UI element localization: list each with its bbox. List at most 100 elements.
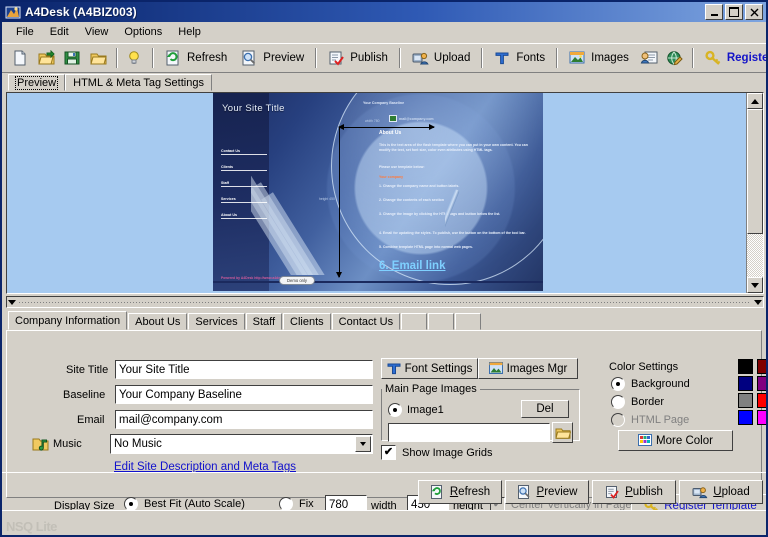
section-tab-empty-1[interactable] [401, 313, 428, 330]
image-path-input[interactable] [388, 423, 550, 442]
upload-label: Upload [433, 52, 471, 64]
background-radio[interactable] [611, 377, 625, 391]
images-button[interactable]: Images [562, 44, 636, 72]
preview-body-line-2: Please use template below: [379, 165, 425, 169]
section-tab-clients[interactable]: Clients [283, 313, 331, 330]
show-image-grids-checkbox[interactable]: ✔ [381, 445, 396, 460]
save-button[interactable] [60, 44, 86, 72]
menu-item-help[interactable]: Help [170, 24, 209, 40]
publish-bottom-button[interactable]: Publish [592, 480, 676, 504]
music-label: Music [53, 438, 82, 450]
border-radio[interactable] [611, 395, 625, 409]
tip-button[interactable] [122, 44, 148, 72]
refresh-button[interactable]: Refresh [158, 44, 234, 72]
envelope-icon [389, 115, 397, 122]
section-tab-about-us[interactable]: About Us [128, 313, 188, 330]
save-icon [64, 50, 82, 66]
folder-button[interactable] [86, 44, 112, 72]
swatch-blue[interactable] [738, 410, 753, 425]
preview-nav-about-us[interactable]: About Us [221, 213, 267, 219]
fonts-button[interactable]: Fonts [487, 44, 552, 72]
color-swatch-grid[interactable] [738, 359, 766, 425]
section-tab-company-information[interactable]: Company Information [8, 311, 128, 330]
section-tab-contact-us[interactable]: Contact Us [331, 313, 401, 330]
splitter-left-arrow[interactable] [8, 299, 16, 305]
preview-email-label: mail@company.com [399, 116, 434, 121]
open-button[interactable] [34, 44, 60, 72]
font-settings-button[interactable]: Font Settings [381, 358, 478, 379]
show-image-grids-row[interactable]: ✔ Show Image Grids [381, 445, 492, 460]
site-title-label: Site Title [66, 364, 109, 376]
site-title-input[interactable]: Your Site Title [115, 360, 373, 379]
register-button[interactable]: Registe [698, 44, 766, 72]
more-color-button[interactable]: More Color [618, 430, 733, 451]
del-button[interactable]: Del [521, 400, 569, 418]
music-select[interactable]: No Music [110, 434, 373, 454]
contact-card-icon [640, 50, 658, 66]
preview-nav-staff[interactable]: Staff [221, 181, 267, 187]
folder-open-icon [554, 426, 571, 440]
new-button[interactable] [8, 44, 34, 72]
section-tab-staff[interactable]: Staff [245, 313, 283, 330]
preview-icon [517, 485, 532, 499]
swatch-magenta[interactable] [757, 410, 766, 425]
refresh-bottom-button[interactable]: Refresh [418, 480, 502, 504]
bottom-button-bar: Refresh Preview Publish Upload [2, 472, 766, 511]
minimize-button[interactable] [705, 4, 723, 20]
pane-splitter[interactable] [6, 296, 764, 308]
scroll-track[interactable] [747, 109, 763, 277]
color-option-background[interactable]: Background [611, 377, 690, 391]
swatch-black[interactable] [738, 359, 753, 374]
image1-radio[interactable] [388, 403, 402, 417]
key-icon [705, 50, 723, 66]
globe-pencil-button[interactable] [662, 44, 688, 72]
section-tab-empty-2[interactable] [428, 313, 455, 330]
upload-button[interactable]: Upload [405, 44, 477, 72]
menu-item-file[interactable]: File [8, 24, 42, 40]
menu-item-view[interactable]: View [77, 24, 117, 40]
swatch-gray[interactable] [738, 393, 753, 408]
swatch-maroon[interactable] [757, 359, 766, 374]
swatch-purple[interactable] [757, 376, 766, 391]
preview-canvas[interactable]: Your Site Title Contact Us Clients Staff… [7, 93, 746, 293]
tab-html-meta[interactable]: HTML & Meta Tag Settings [65, 74, 212, 91]
preview-nav-clients[interactable]: Clients [221, 165, 267, 171]
refresh-icon [165, 50, 183, 66]
splitter-right-arrow[interactable] [754, 299, 762, 305]
more-color-label: More Color [656, 434, 713, 447]
baseline-input[interactable]: Your Company Baseline [115, 385, 373, 404]
preview-email[interactable]: mail@company.com [389, 115, 434, 122]
scroll-thumb[interactable] [747, 109, 763, 234]
width-dimension-arrow [338, 124, 435, 130]
email-input[interactable]: mail@company.com [115, 410, 373, 429]
preview-baseline: Your Company Baseline [363, 101, 405, 105]
image1-radio-row[interactable]: Image1 [388, 403, 444, 417]
scroll-up-button[interactable] [747, 93, 763, 109]
tab-preview[interactable]: Preview [8, 74, 66, 91]
browse-image-button[interactable] [552, 422, 573, 443]
watermark-text: NSQ Lite [6, 519, 57, 534]
preview-body-line-3: Your company [379, 175, 404, 179]
preview-vertical-scrollbar[interactable] [746, 93, 763, 293]
preview-nav-services[interactable]: Services [221, 197, 267, 203]
scroll-down-button[interactable] [747, 277, 763, 293]
menu-item-edit[interactable]: Edit [42, 24, 77, 40]
swatch-red[interactable] [757, 393, 766, 408]
preview-bottom-button[interactable]: Preview [505, 480, 589, 504]
swatch-navy[interactable] [738, 376, 753, 391]
section-tab-services[interactable]: Services [188, 313, 245, 330]
chevron-down-icon[interactable] [355, 436, 371, 452]
preview-button[interactable]: Preview [234, 44, 311, 72]
menu-item-options[interactable]: Options [116, 24, 170, 40]
height-dimension-arrow [336, 127, 342, 278]
color-option-border[interactable]: Border [611, 395, 664, 409]
publish-button[interactable]: Publish [321, 44, 395, 72]
maximize-button[interactable] [725, 4, 743, 20]
images-mgr-button[interactable]: Images Mgr [478, 358, 578, 379]
preview-nav-contact-us[interactable]: Contact Us [221, 149, 267, 155]
window-buttons [705, 4, 764, 20]
contact-card-button[interactable] [636, 44, 662, 72]
section-tab-empty-3[interactable] [455, 313, 482, 330]
upload-bottom-button[interactable]: Upload [679, 480, 763, 504]
close-button[interactable] [745, 4, 763, 20]
